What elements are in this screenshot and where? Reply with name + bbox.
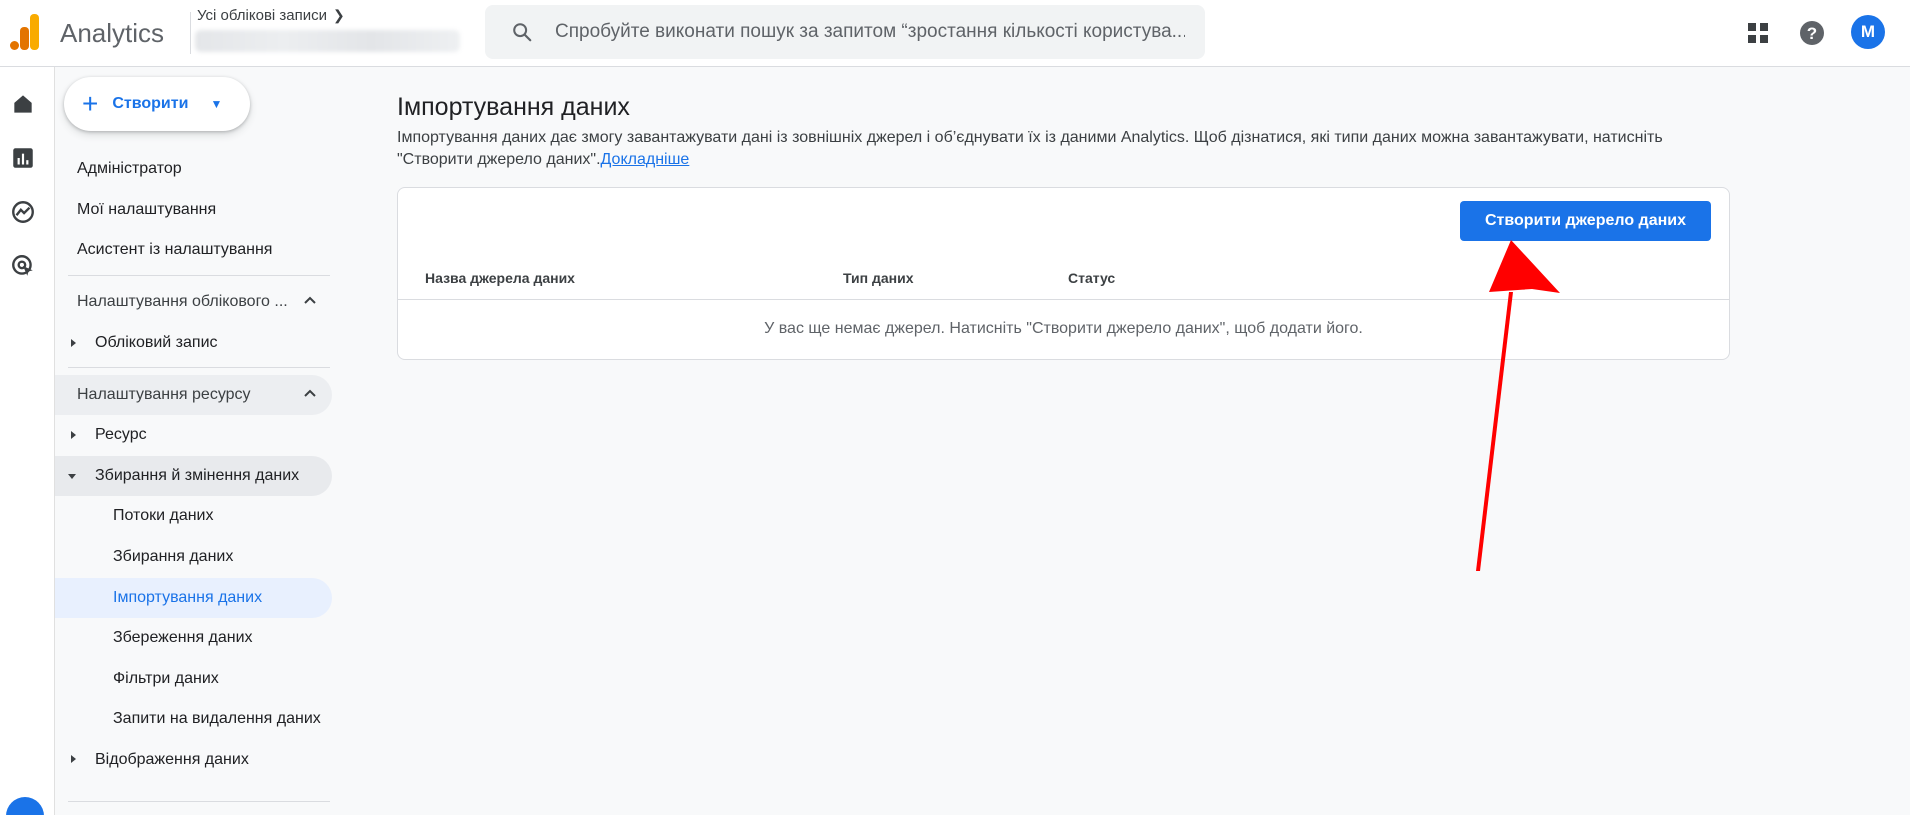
- avatar[interactable]: M: [1851, 15, 1885, 49]
- app-name[interactable]: Analytics: [60, 18, 164, 49]
- breadcrumb[interactable]: Усі облікові записи ❯: [197, 7, 345, 24]
- account-selector-redacted[interactable]: [195, 30, 460, 52]
- breadcrumb-all-accounts[interactable]: Усі облікові записи: [197, 7, 327, 24]
- apps-grid-icon[interactable]: [1739, 14, 1777, 52]
- section-property-settings[interactable]: Налаштування ресурсу: [55, 375, 332, 415]
- sidebar-item-data-retention[interactable]: Збереження даних: [113, 629, 253, 647]
- empty-state-message: У вас ще немає джерел. Натисніть "Створи…: [764, 320, 1363, 337]
- sidebar-item-data-streams[interactable]: Потоки даних: [113, 507, 213, 525]
- learn-more-link[interactable]: Докладніше: [601, 151, 690, 168]
- column-header-data-type[interactable]: Тип даних: [843, 270, 914, 286]
- sidebar-item-data-filters[interactable]: Фільтри даних: [113, 670, 219, 688]
- section-property-settings-label: Налаштування ресурсу: [77, 386, 251, 403]
- sidebar-divider: [68, 367, 330, 368]
- sidebar-item-account[interactable]: Обліковий запис: [95, 334, 218, 352]
- explore-icon[interactable]: [10, 199, 36, 225]
- create-button-label: Створити: [112, 95, 189, 112]
- page-description: Імпортування даних дає змогу завантажува…: [397, 127, 1737, 171]
- sidebar-item-data-collection-sub[interactable]: Збирання даних: [113, 548, 233, 566]
- create-button[interactable]: + Створити ▼: [64, 77, 250, 131]
- page-description-text: Імпортування даних дає змогу завантажува…: [397, 129, 1663, 168]
- help-icon[interactable]: ?: [1793, 14, 1831, 52]
- create-data-source-button[interactable]: Створити джерело даних: [1460, 201, 1711, 241]
- svg-text:?: ?: [1807, 24, 1817, 43]
- top-app-bar: Analytics Усі облікові записи ❯ ? M: [0, 0, 1910, 67]
- collapse-arrow-icon[interactable]: [68, 474, 76, 479]
- search-icon: [513, 23, 532, 42]
- expand-arrow-icon[interactable]: [71, 755, 76, 763]
- column-header-source-name[interactable]: Назва джерела даних: [425, 270, 575, 286]
- sidebar-item-admin[interactable]: Адміністратор: [77, 160, 182, 178]
- table-divider: [398, 299, 1729, 300]
- sidebar-item-setup-assistant[interactable]: Асистент із налаштування: [77, 241, 272, 259]
- plus-icon: +: [82, 88, 99, 119]
- sidebar-item-data-display[interactable]: Відображення даних: [95, 751, 249, 769]
- page-title: Імпортування даних: [397, 93, 630, 121]
- advertising-icon[interactable]: [10, 253, 36, 279]
- caret-down-icon: ▼: [210, 97, 223, 111]
- section-account-settings[interactable]: Налаштування облікового ...: [55, 282, 332, 322]
- chevron-up-icon: [304, 296, 316, 304]
- sidebar-divider: [68, 275, 330, 276]
- sidebar-item-my-settings[interactable]: Мої налаштування: [77, 201, 216, 219]
- search-bar[interactable]: [485, 5, 1205, 59]
- section-account-settings-label: Налаштування облікового ...: [77, 293, 288, 310]
- sidebar-item-data-import[interactable]: Імпортування даних: [113, 589, 262, 607]
- expand-arrow-icon[interactable]: [71, 431, 76, 439]
- sidebar-item-data-collection[interactable]: Збирання й змінення даних: [95, 467, 299, 485]
- sidebar-item-property[interactable]: Ресурс: [95, 426, 147, 444]
- chevron-up-icon: [304, 389, 316, 397]
- reports-icon[interactable]: [10, 145, 36, 171]
- sidebar-divider: [68, 801, 330, 802]
- search-input[interactable]: [555, 15, 1185, 49]
- expand-arrow-icon[interactable]: [71, 339, 76, 347]
- analytics-logo-icon[interactable]: [10, 14, 40, 50]
- navigation-rail: [0, 67, 55, 815]
- sidebar-item-data-deletion[interactable]: Запити на видалення даних: [113, 710, 321, 728]
- home-icon[interactable]: [10, 91, 36, 117]
- column-header-status[interactable]: Статус: [1068, 270, 1115, 286]
- header-divider: [190, 12, 191, 54]
- chevron-right-icon: ❯: [333, 7, 345, 23]
